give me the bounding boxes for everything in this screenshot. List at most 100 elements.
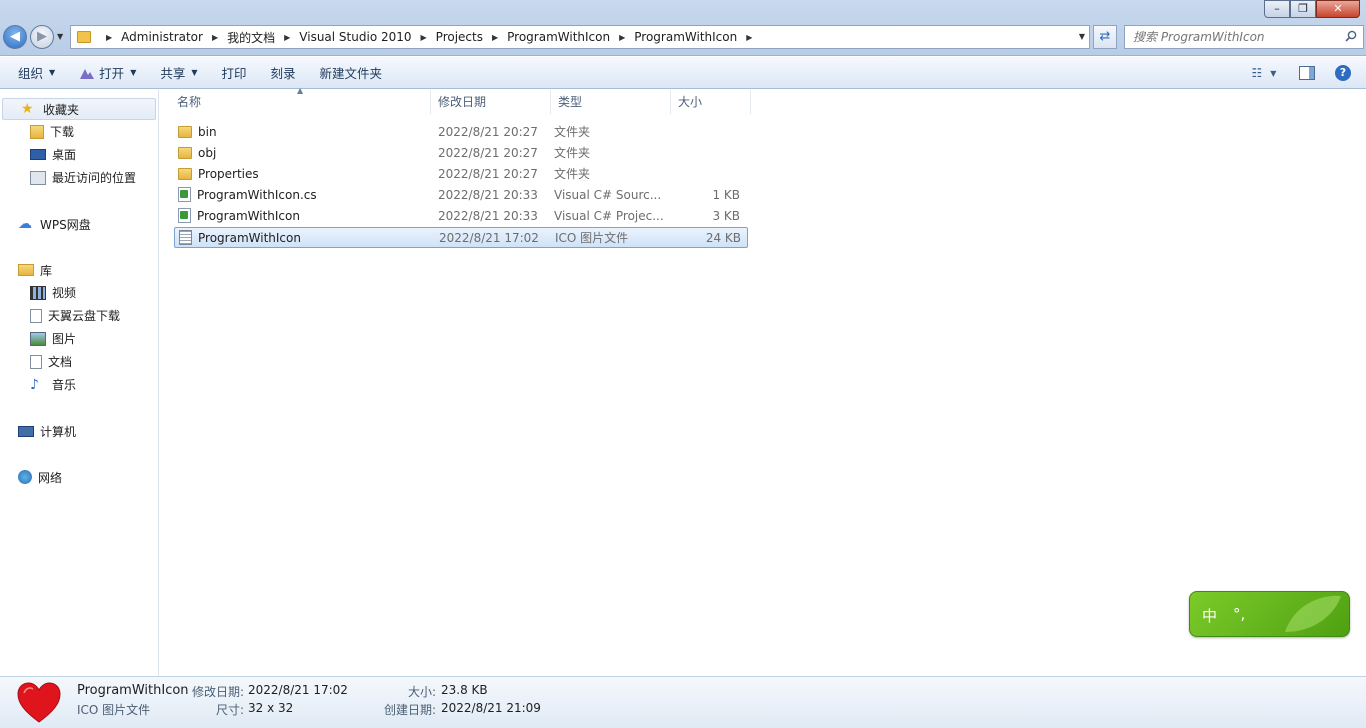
breadcrumb-administrator[interactable]: Administrator [121, 30, 203, 44]
computer-icon [18, 425, 34, 437]
nav-item-recent-places[interactable]: 最近访问的位置 [0, 166, 158, 189]
file-row[interactable]: obj 2022/8/21 20:27 文件夹 [174, 142, 744, 163]
open-button[interactable]: 打开 ▼ [67, 61, 148, 85]
music-note-icon: ♪ [30, 376, 39, 393]
nav-favorites[interactable]: ★ 收藏夹 [2, 98, 156, 120]
details-size-value: 23.8 KB [441, 683, 488, 697]
arrow-left-icon: ◀ [10, 29, 20, 44]
column-header-name[interactable]: 名称 [170, 90, 431, 114]
chevron-right-icon[interactable]: ▶ [619, 33, 625, 42]
details-modified-label: 修改日期: [192, 685, 245, 699]
ime-mode-toggle[interactable]: 中 [1202, 605, 1217, 626]
chevron-down-icon: ▼ [49, 68, 56, 77]
minimize-button[interactable]: – [1264, 0, 1290, 18]
computer-group: 计算机 [0, 420, 158, 442]
file-name: ProgramWithIcon.cs [197, 187, 317, 202]
heart-icon [17, 682, 61, 723]
file-row-selected[interactable]: ProgramWithIcon 2022/8/21 17:02 ICO 图片文件… [174, 227, 748, 248]
search-box[interactable] [1124, 25, 1364, 49]
chevron-right-icon[interactable]: ▶ [421, 33, 427, 42]
leaf-icon [1285, 595, 1341, 632]
file-name: Properties [198, 166, 259, 181]
chevron-right-icon[interactable]: ▶ [746, 33, 752, 42]
close-button[interactable]: ✕ [1316, 0, 1360, 18]
file-type: Visual C# Projec... [554, 208, 664, 223]
chevron-right-icon[interactable]: ▶ [106, 33, 112, 42]
ime-status-widget[interactable]: 中 °, [1189, 591, 1350, 637]
file-date: 2022/8/21 20:33 [438, 187, 538, 202]
file-name: ProgramWithIcon [197, 208, 300, 223]
maximize-button[interactable]: ❐ [1290, 0, 1316, 18]
folder-icon [178, 125, 192, 138]
folder-icon [178, 167, 192, 180]
ime-punctuation-toggle[interactable]: °, [1233, 605, 1245, 623]
file-date: 2022/8/21 17:02 [439, 230, 539, 245]
nav-item-downloads[interactable]: 下载 [0, 120, 158, 143]
nav-network[interactable]: 网络 [0, 466, 158, 488]
forward-button[interactable]: ▶ [30, 25, 54, 49]
details-size-label: 大小: [408, 685, 437, 699]
preview-pane-icon [1299, 66, 1315, 80]
document-icon [30, 308, 42, 323]
nav-wps-drive[interactable]: ☁ WPS网盘 [0, 213, 158, 235]
refresh-icon: ⇄ [1099, 29, 1111, 44]
breadcrumb-visual-studio[interactable]: Visual Studio 2010 [299, 30, 411, 44]
chevron-right-icon[interactable]: ▶ [284, 33, 290, 42]
new-folder-button[interactable]: 新建文件夹 [308, 61, 395, 85]
file-type: ICO 图片文件 [555, 231, 629, 245]
print-button[interactable]: 打印 [210, 61, 259, 85]
chevron-down-icon: ▼ [130, 68, 137, 77]
share-button[interactable]: 共享 ▼ [148, 61, 209, 85]
breadcrumb-projects[interactable]: Projects [436, 30, 483, 44]
file-type: 文件夹 [554, 125, 591, 139]
column-header-type[interactable]: 类型 [551, 90, 671, 114]
nav-item-tianyi-downloads[interactable]: 天翼云盘下载 [0, 304, 158, 327]
nav-item-music[interactable]: ♪ 音乐 [0, 373, 158, 396]
back-button[interactable]: ◀ [3, 25, 27, 49]
cloud-icon: ☁ [18, 216, 32, 232]
chevron-right-icon[interactable]: ▶ [212, 33, 218, 42]
column-header-date[interactable]: 修改日期 [431, 90, 551, 114]
column-header-size[interactable]: 大小 [671, 90, 751, 114]
file-row[interactable]: ProgramWithIcon 2022/8/21 20:33 Visual C… [174, 205, 744, 226]
nav-item-videos[interactable]: 视频 [0, 281, 158, 304]
file-row[interactable]: ProgramWithIcon.cs 2022/8/21 20:33 Visua… [174, 184, 744, 205]
file-row[interactable]: bin 2022/8/21 20:27 文件夹 [174, 121, 744, 142]
star-icon: ★ [21, 101, 34, 117]
nav-item-pictures[interactable]: 图片 [0, 327, 158, 350]
chevron-right-icon[interactable]: ▶ [492, 33, 498, 42]
breadcrumb-my-documents[interactable]: 我的文档 [227, 29, 275, 46]
recent-pages-dropdown[interactable]: ▼ [57, 32, 63, 41]
burn-button[interactable]: 刻录 [259, 61, 308, 85]
organize-button[interactable]: 组织 ▼ [0, 61, 67, 85]
nav-item-desktop[interactable]: 桌面 [0, 143, 158, 166]
file-type: 文件夹 [554, 146, 591, 160]
column-headers: 名称 修改日期 类型 大小 [170, 90, 751, 114]
breadcrumb-programwithicon-current[interactable]: ProgramWithIcon [634, 30, 737, 44]
address-bar[interactable]: ▶ Administrator ▶ 我的文档 ▶ Visual Studio 2… [70, 25, 1090, 49]
nav-libraries[interactable]: 库 [0, 259, 158, 281]
details-modified-value: 2022/8/21 17:02 [248, 683, 348, 697]
search-icon[interactable] [1345, 30, 1357, 42]
breadcrumb-programwithicon[interactable]: ProgramWithIcon [507, 30, 610, 44]
details-created-label: 创建日期: [384, 703, 437, 717]
file-type: 文件夹 [554, 167, 591, 181]
change-view-button[interactable]: ☷ ▼ [1244, 62, 1284, 84]
refresh-button[interactable]: ⇄ [1093, 25, 1117, 49]
csharp-file-icon [178, 187, 191, 202]
file-list: ▲ 名称 修改日期 类型 大小 bin 2022/8/21 20:27 文件夹 … [160, 86, 1366, 676]
file-row[interactable]: Properties 2022/8/21 20:27 文件夹 [174, 163, 744, 184]
network-icon [18, 470, 32, 484]
details-dimensions-label: 尺寸: [216, 703, 245, 717]
help-button[interactable]: ? [1330, 62, 1356, 84]
details-dimensions-value: 32 x 32 [248, 701, 294, 715]
preview-pane-button[interactable] [1294, 62, 1320, 84]
film-icon [30, 285, 46, 300]
file-name: ProgramWithIcon [198, 230, 301, 245]
address-dropdown-icon[interactable]: ▼ [1079, 32, 1085, 41]
file-size: 3 KB [712, 208, 740, 223]
nav-item-documents[interactable]: 文档 [0, 350, 158, 373]
nav-computer[interactable]: 计算机 [0, 420, 158, 442]
file-name: bin [198, 124, 217, 139]
search-input[interactable] [1125, 26, 1335, 48]
